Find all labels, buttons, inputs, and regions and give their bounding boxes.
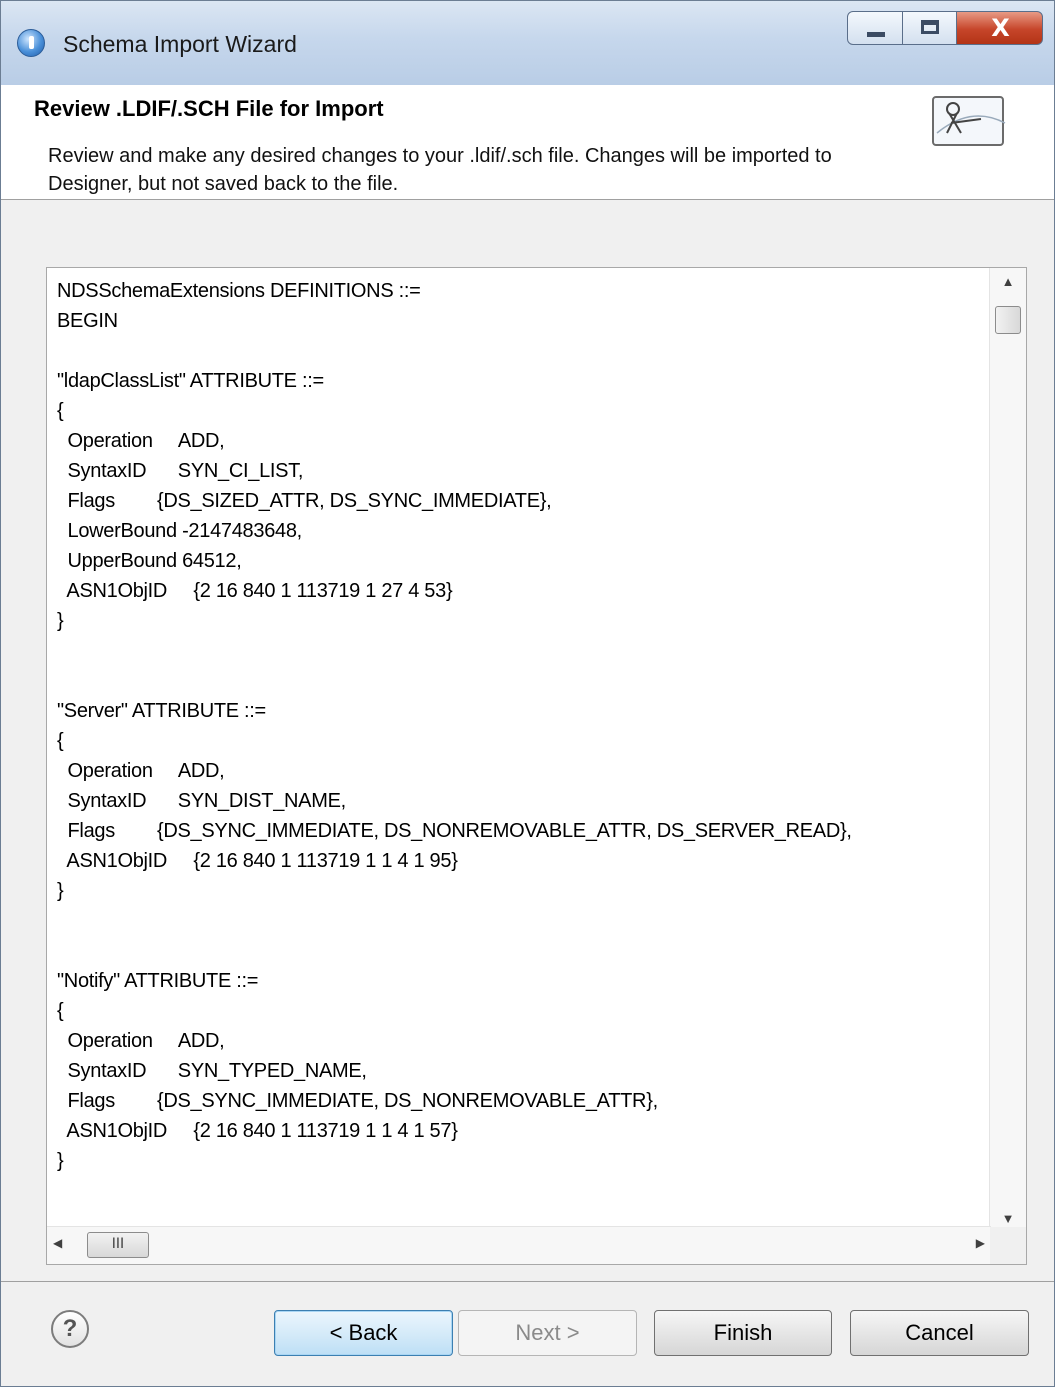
- title-bar[interactable]: Schema Import Wizard X: [1, 1, 1054, 85]
- page-title: Review .LDIF/.SCH File for Import: [34, 96, 384, 121]
- window-title: Schema Import Wizard: [63, 31, 297, 57]
- minimize-button[interactable]: [847, 11, 903, 45]
- back-button[interactable]: < Back: [274, 1310, 453, 1356]
- minimize-icon: [867, 32, 885, 37]
- footer-divider: [1, 1281, 1054, 1282]
- close-icon: X: [991, 14, 1010, 42]
- app-icon: [17, 29, 45, 57]
- wizard-window: Schema Import Wizard X Review .LDIF/.SCH…: [0, 0, 1055, 1387]
- page-description: Review and make any desired changes to y…: [48, 145, 832, 195]
- cancel-button[interactable]: Cancel: [850, 1310, 1029, 1356]
- maximize-button[interactable]: [902, 11, 957, 45]
- finish-button[interactable]: Finish: [654, 1310, 832, 1356]
- scrollbar-corner: [990, 1227, 1026, 1264]
- maximize-icon: [921, 20, 939, 34]
- ldif-text-editor[interactable]: NDSSchemaExtensions DEFINITIONS ::= BEGI…: [46, 267, 1027, 1265]
- horizontal-scrollbar[interactable]: ◀ III ▶: [47, 1226, 991, 1264]
- wizard-header: Review .LDIF/.SCH File for Import Review…: [1, 85, 1054, 200]
- scroll-right-icon[interactable]: ▶: [976, 1236, 985, 1250]
- ldif-content[interactable]: NDSSchemaExtensions DEFINITIONS ::= BEGI…: [57, 276, 987, 1176]
- scroll-down-icon[interactable]: ▼: [990, 1211, 1026, 1226]
- schema-wizard-icon: [932, 96, 1006, 146]
- next-button[interactable]: Next >: [458, 1310, 637, 1356]
- vertical-scrollbar[interactable]: ▲ ▼: [989, 268, 1026, 1228]
- help-icon[interactable]: ?: [51, 1310, 89, 1348]
- horizontal-scroll-thumb[interactable]: III: [87, 1232, 149, 1258]
- scroll-up-icon[interactable]: ▲: [990, 274, 1026, 289]
- vertical-scroll-thumb[interactable]: [995, 306, 1021, 334]
- close-button[interactable]: X: [956, 11, 1043, 45]
- scroll-left-icon[interactable]: ◀: [53, 1236, 62, 1250]
